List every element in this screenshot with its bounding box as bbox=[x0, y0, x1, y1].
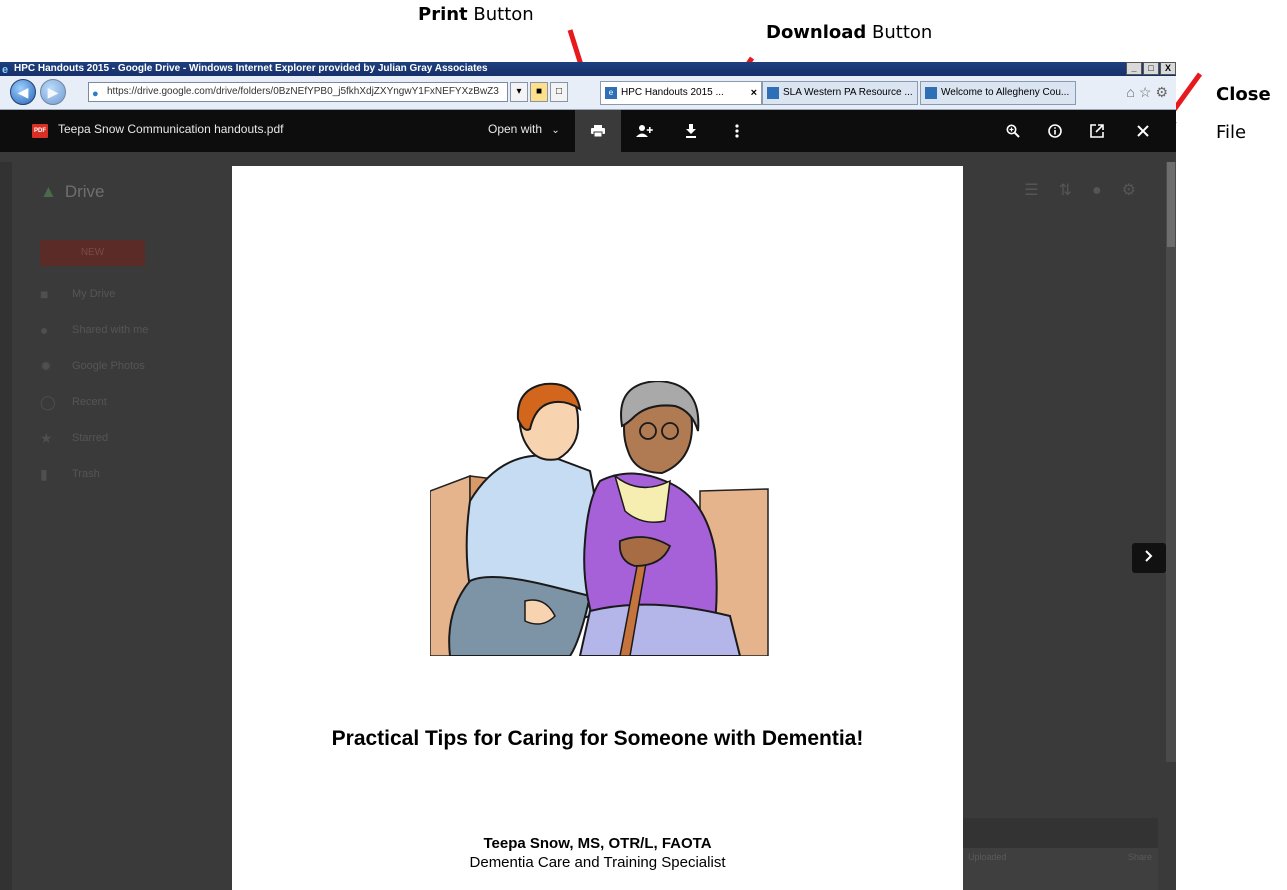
sidebar-item-my-drive[interactable]: ■ My Drive bbox=[40, 276, 148, 312]
scrollbar-thumb[interactable] bbox=[1167, 162, 1175, 247]
lock-icon[interactable]: ■ bbox=[530, 82, 548, 102]
drive-triangle-icon: ▲ bbox=[40, 182, 57, 201]
window-titlebar: e HPC Handouts 2015 - Google Drive - Win… bbox=[0, 62, 1176, 76]
file-name: Teepa Snow Communication handouts.pdf bbox=[58, 122, 284, 136]
print-callout: Print Button bbox=[418, 4, 534, 25]
window-title: HPC Handouts 2015 - Google Drive - Windo… bbox=[14, 63, 488, 74]
ie-logo-icon: e bbox=[2, 64, 9, 76]
favorites-star-icon[interactable]: ☆ bbox=[1139, 84, 1156, 100]
viewer-toolbar: PDF Teepa Snow Communication handouts.pd… bbox=[0, 110, 1176, 152]
tab-close-icon[interactable]: × bbox=[751, 82, 757, 104]
maximize-button[interactable]: □ bbox=[1143, 62, 1159, 75]
site-tab-icon bbox=[767, 87, 779, 99]
sidebar-item-recent[interactable]: ◯ Recent bbox=[40, 384, 148, 420]
address-bar[interactable]: ● https://drive.google.com/drive/folders… bbox=[88, 82, 508, 102]
close-window-button[interactable]: X bbox=[1160, 62, 1176, 75]
sidebar-item-starred[interactable]: ★ Starred bbox=[40, 420, 148, 456]
open-new-window-button[interactable] bbox=[1074, 110, 1120, 152]
caregiver-clipart bbox=[430, 381, 769, 656]
upload-panel-header bbox=[962, 818, 1158, 848]
folder-icon: ■ bbox=[40, 286, 49, 302]
upload-col-share: Share bbox=[1127, 852, 1152, 862]
browser-navbar: ◀ ▶ ● https://drive.google.com/drive/fol… bbox=[0, 76, 1176, 110]
forward-button[interactable]: ▶ bbox=[40, 79, 66, 105]
close-viewer-button[interactable] bbox=[1120, 110, 1166, 152]
download-button[interactable] bbox=[668, 110, 714, 152]
close-callout-file: File bbox=[1216, 122, 1247, 143]
upload-col-uploaded: Uploaded bbox=[968, 852, 1007, 862]
home-icon[interactable]: ⌂ bbox=[1126, 84, 1138, 100]
add-person-icon bbox=[636, 125, 653, 138]
drive-toolbar-icons: ☰⇅●⚙ bbox=[1024, 180, 1156, 200]
open-in-new-icon bbox=[1090, 124, 1104, 138]
more-vert-icon bbox=[735, 124, 739, 138]
zoom-icon bbox=[1006, 124, 1020, 138]
chevron-down-icon: ⌄ bbox=[551, 125, 560, 136]
ie-tab-icon: e bbox=[605, 87, 617, 99]
zoom-button[interactable] bbox=[990, 110, 1036, 152]
upload-panel: Uploaded Share bbox=[962, 818, 1158, 890]
sort-icon[interactable]: ⇅ bbox=[1059, 182, 1092, 199]
download-icon bbox=[686, 124, 696, 139]
more-options-button[interactable] bbox=[714, 110, 760, 152]
page-icon: ● bbox=[92, 88, 99, 100]
left-edge-strip bbox=[0, 162, 12, 890]
page-scrollbar[interactable] bbox=[1166, 162, 1176, 762]
drive-logo: ▲ Drive bbox=[40, 182, 105, 201]
printer-icon bbox=[591, 125, 605, 138]
details-button[interactable] bbox=[1032, 110, 1078, 152]
next-file-button[interactable] bbox=[1132, 543, 1166, 573]
new-button[interactable]: NEW bbox=[40, 240, 145, 266]
gear-icon[interactable]: ⚙ bbox=[1155, 84, 1172, 100]
info-icon[interactable]: ● bbox=[1092, 182, 1122, 199]
back-button[interactable]: ◀ bbox=[10, 79, 36, 105]
share-button[interactable] bbox=[622, 110, 668, 152]
document-author: Teepa Snow, MS, OTR/L, FAOTA bbox=[483, 835, 712, 852]
window-controls: _ □ X bbox=[1125, 62, 1176, 75]
people-icon: ● bbox=[40, 322, 49, 338]
chevron-right-icon bbox=[1145, 550, 1153, 562]
clock-icon: ◯ bbox=[40, 394, 56, 410]
sidebar-item-trash[interactable]: ▮ Trash bbox=[40, 456, 148, 492]
document-title: Practical Tips for Caring for Someone wi… bbox=[331, 727, 864, 750]
sidebar-item-shared[interactable]: ● Shared with me bbox=[40, 312, 148, 348]
pdf-file-icon: PDF bbox=[32, 124, 48, 138]
print-button[interactable] bbox=[575, 110, 621, 152]
close-icon bbox=[1137, 125, 1149, 137]
search-dropdown-icon[interactable]: ▾ bbox=[510, 82, 528, 102]
settings-gear-icon[interactable]: ⚙ bbox=[1122, 182, 1156, 199]
close-callout: Close bbox=[1216, 84, 1271, 105]
address-text: https://drive.google.com/drive/folders/0… bbox=[107, 86, 499, 97]
star-icon: ★ bbox=[40, 430, 53, 446]
info-circle-icon bbox=[1048, 124, 1062, 138]
trash-icon: ▮ bbox=[40, 466, 48, 482]
list-view-icon[interactable]: ☰ bbox=[1024, 182, 1058, 199]
minimize-button[interactable]: _ bbox=[1126, 62, 1142, 75]
site-tab-icon bbox=[925, 87, 937, 99]
drive-sidebar: ■ My Drive ● Shared with me ✹ Google Photos… bbox=[40, 276, 148, 492]
compat-icon[interactable]: □ bbox=[550, 82, 568, 102]
pdf-page: Practical Tips for Caring for Someone wi… bbox=[232, 166, 963, 890]
browser-tools[interactable]: ⌂☆⚙ bbox=[1126, 84, 1172, 101]
download-callout: Download Button bbox=[766, 22, 933, 43]
tab-sla-western-pa[interactable]: SLA Western PA Resource ... bbox=[762, 81, 918, 105]
open-with-button[interactable]: Open with ⌄ bbox=[488, 122, 560, 136]
pinwheel-icon: ✹ bbox=[40, 358, 52, 374]
tab-hpc-handouts[interactable]: e HPC Handouts 2015 ... × bbox=[600, 81, 762, 105]
tab-allegheny[interactable]: Welcome to Allegheny Cou... bbox=[920, 81, 1076, 105]
sidebar-item-photos[interactable]: ✹ Google Photos bbox=[40, 348, 148, 384]
browser-window: e HPC Handouts 2015 - Google Drive - Win… bbox=[0, 62, 1176, 890]
document-author-role: Dementia Care and Training Specialist bbox=[469, 854, 726, 871]
